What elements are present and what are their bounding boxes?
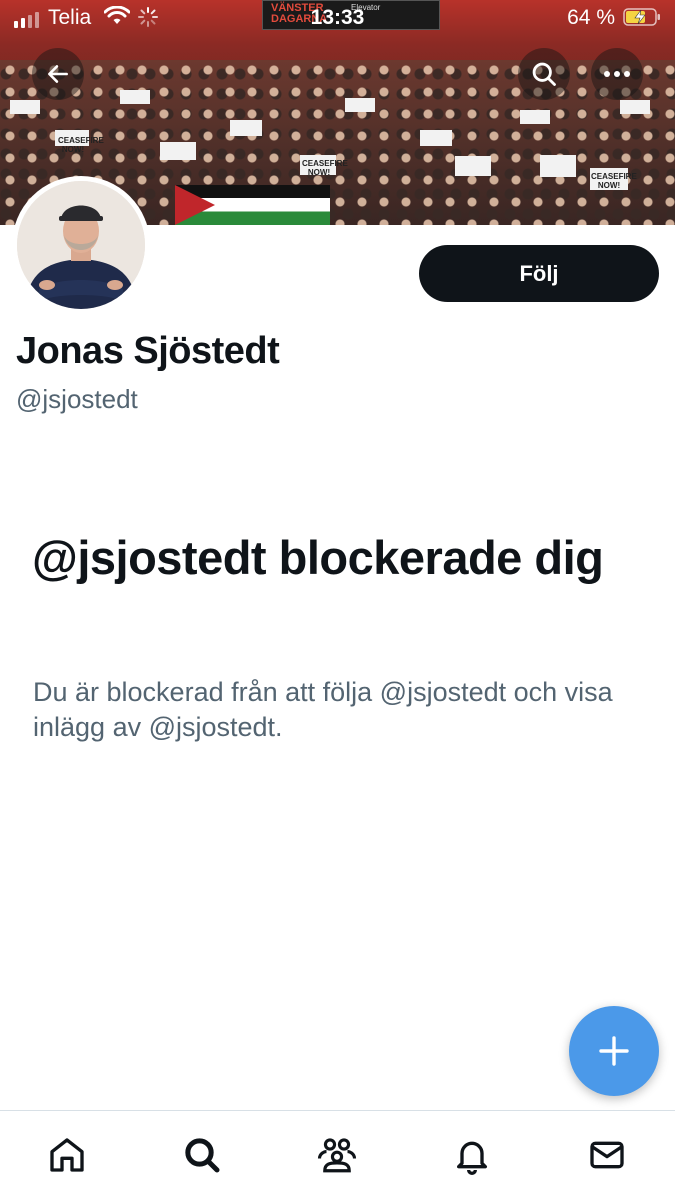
- home-icon: [50, 1138, 84, 1172]
- tab-explore[interactable]: [180, 1133, 224, 1177]
- ceasefire-sign: CEASEFIRE NOW!: [591, 172, 637, 190]
- blocked-description: Du är blockerad från att följa @jsjosted…: [33, 677, 613, 742]
- ceasefire-sign: CEASEFIRE NOW!: [58, 136, 104, 154]
- profile-display-name: Jonas Sjöstedt: [16, 330, 280, 372]
- search-icon: [185, 1138, 220, 1173]
- palestinian-flag: [175, 185, 330, 225]
- search-icon: [532, 62, 556, 86]
- status-bar: Telia 13:33 64 %: [0, 0, 675, 36]
- tab-notifications[interactable]: [450, 1133, 494, 1177]
- battery-charging-icon: [623, 8, 660, 26]
- profile-avatar[interactable]: [12, 176, 150, 314]
- ceasefire-sign: CEASEFIRE NOW!: [302, 159, 348, 177]
- more-options-button[interactable]: [591, 48, 643, 100]
- battery-percent: 64 %: [567, 6, 615, 29]
- communities-icon: [317, 1138, 357, 1173]
- tab-home[interactable]: [45, 1133, 89, 1177]
- back-button[interactable]: [32, 48, 84, 100]
- plus-icon: [599, 1036, 629, 1066]
- mail-icon: [590, 1141, 624, 1169]
- compose-post-button[interactable]: [569, 1006, 659, 1096]
- bottom-tab-bar: [0, 1110, 675, 1201]
- profile-handle: @jsjostedt: [16, 384, 138, 414]
- tab-messages[interactable]: [585, 1133, 629, 1177]
- more-horizontal-icon: [604, 71, 630, 77]
- blocked-title: @jsjostedt blockerade dig: [32, 531, 604, 584]
- search-button[interactable]: [518, 48, 570, 100]
- bell-icon: [457, 1141, 487, 1175]
- tab-communities[interactable]: [315, 1133, 359, 1177]
- avatar-person-illustration: [17, 181, 145, 309]
- avatar-photo: [17, 181, 145, 309]
- follow-button[interactable]: Följ: [419, 245, 659, 302]
- arrow-left-icon: [48, 65, 68, 83]
